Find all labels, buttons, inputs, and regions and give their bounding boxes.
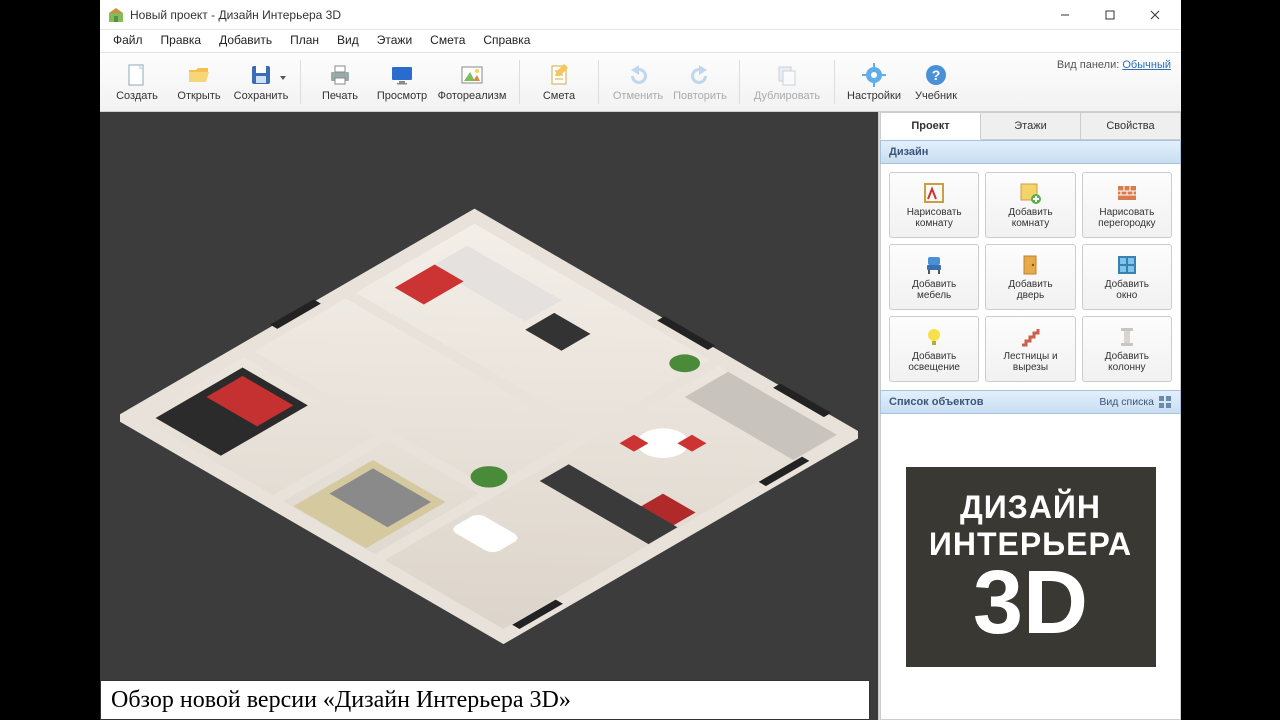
stairs-icon xyxy=(1018,325,1042,349)
settings-button[interactable]: Настройки xyxy=(843,56,905,108)
draw-room-button[interactable]: Нарисовать комнату xyxy=(889,172,979,238)
add-furniture-button[interactable]: Добавить мебель xyxy=(889,244,979,310)
folder-open-icon xyxy=(186,62,212,88)
redo-button[interactable]: Повторить xyxy=(669,56,731,108)
duplicate-icon xyxy=(774,62,800,88)
menu-floors[interactable]: Этажи xyxy=(368,30,421,52)
add-room-button[interactable]: Добавить комнату xyxy=(985,172,1075,238)
design-section-header: Дизайн xyxy=(880,140,1181,164)
titlebar: Новый проект - Дизайн Интерьера 3D xyxy=(100,0,1181,30)
minimize-button[interactable] xyxy=(1042,0,1087,30)
file-new-icon xyxy=(124,62,150,88)
door-icon xyxy=(1018,253,1042,277)
close-button[interactable] xyxy=(1132,0,1177,30)
objects-list: ДИЗАЙН ИНТЕРЬЕРА 3D xyxy=(880,414,1181,720)
add-column-button[interactable]: Добавить колонну xyxy=(1082,316,1172,382)
design-buttons: Нарисовать комнату Добавить комнату Нари… xyxy=(880,164,1181,390)
printer-icon xyxy=(327,62,353,88)
help-icon: ? xyxy=(923,62,949,88)
panel-view-link[interactable]: Обычный xyxy=(1122,59,1171,71)
tab-floors[interactable]: Этажи xyxy=(981,112,1081,140)
side-tabs: Проект Этажи Свойства xyxy=(880,112,1181,140)
floor-plan-render xyxy=(120,122,858,700)
app-icon xyxy=(108,7,124,23)
add-room-icon xyxy=(1018,181,1042,205)
notepad-icon xyxy=(546,62,572,88)
tab-project[interactable]: Проект xyxy=(880,112,981,140)
side-panel: Проект Этажи Свойства Дизайн Нарисовать … xyxy=(879,112,1181,720)
undo-button[interactable]: Отменить xyxy=(607,56,669,108)
menubar: Файл Правка Добавить План Вид Этажи Смет… xyxy=(100,30,1181,52)
create-button[interactable]: Создать xyxy=(106,56,168,108)
window-title: Новый проект - Дизайн Интерьера 3D xyxy=(130,8,341,22)
thumbnail-view-icon[interactable] xyxy=(1158,395,1172,409)
pencil-room-icon xyxy=(922,181,946,205)
menu-file[interactable]: Файл xyxy=(104,30,152,52)
stairs-button[interactable]: Лестницы и вырезы xyxy=(985,316,1075,382)
svg-text:?: ? xyxy=(932,67,941,83)
tab-properties[interactable]: Свойства xyxy=(1081,112,1181,140)
add-door-button[interactable]: Добавить дверь xyxy=(985,244,1075,310)
open-button[interactable]: Открыть xyxy=(168,56,230,108)
add-window-button[interactable]: Добавить окно xyxy=(1082,244,1172,310)
toolbar: Создать Открыть Сохранить Печать Просмот… xyxy=(100,52,1181,112)
lightbulb-icon xyxy=(922,325,946,349)
print-button[interactable]: Печать xyxy=(309,56,371,108)
brick-wall-icon xyxy=(1115,181,1139,205)
save-icon xyxy=(248,62,274,88)
undo-icon xyxy=(625,62,651,88)
column-icon xyxy=(1115,325,1139,349)
chair-icon xyxy=(922,253,946,277)
duplicate-button[interactable]: Дублировать xyxy=(748,56,826,108)
gear-icon xyxy=(861,62,887,88)
help-button[interactable]: ? Учебник xyxy=(905,56,967,108)
menu-estimate[interactable]: Смета xyxy=(421,30,474,52)
video-caption: Обзор новой версии «Дизайн Интерьера 3D» xyxy=(100,680,870,720)
photo-icon xyxy=(459,62,485,88)
menu-add[interactable]: Добавить xyxy=(210,30,281,52)
window-icon xyxy=(1115,253,1139,277)
menu-help[interactable]: Справка xyxy=(474,30,539,52)
list-view-link[interactable]: Вид списка xyxy=(1099,396,1154,408)
objects-section-header: Список объектов Вид списка xyxy=(880,390,1181,414)
redo-icon xyxy=(687,62,713,88)
estimate-button[interactable]: Смета xyxy=(528,56,590,108)
maximize-button[interactable] xyxy=(1087,0,1132,30)
3d-viewport[interactable] xyxy=(100,112,879,720)
chevron-down-icon xyxy=(280,76,286,80)
monitor-icon xyxy=(389,62,415,88)
draw-partition-button[interactable]: Нарисовать перегородку xyxy=(1082,172,1172,238)
app-window: Новый проект - Дизайн Интерьера 3D Файл … xyxy=(100,0,1181,720)
add-light-button[interactable]: Добавить освещение xyxy=(889,316,979,382)
save-button[interactable]: Сохранить xyxy=(230,56,292,108)
photoreal-button[interactable]: Фотореализм xyxy=(433,56,511,108)
promo-logo: ДИЗАЙН ИНТЕРЬЕРА 3D xyxy=(906,467,1156,667)
menu-view[interactable]: Вид xyxy=(328,30,368,52)
preview-button[interactable]: Просмотр xyxy=(371,56,433,108)
menu-plan[interactable]: План xyxy=(281,30,328,52)
menu-edit[interactable]: Правка xyxy=(152,30,211,52)
panel-view-label: Вид панели: Обычный xyxy=(1057,59,1171,71)
